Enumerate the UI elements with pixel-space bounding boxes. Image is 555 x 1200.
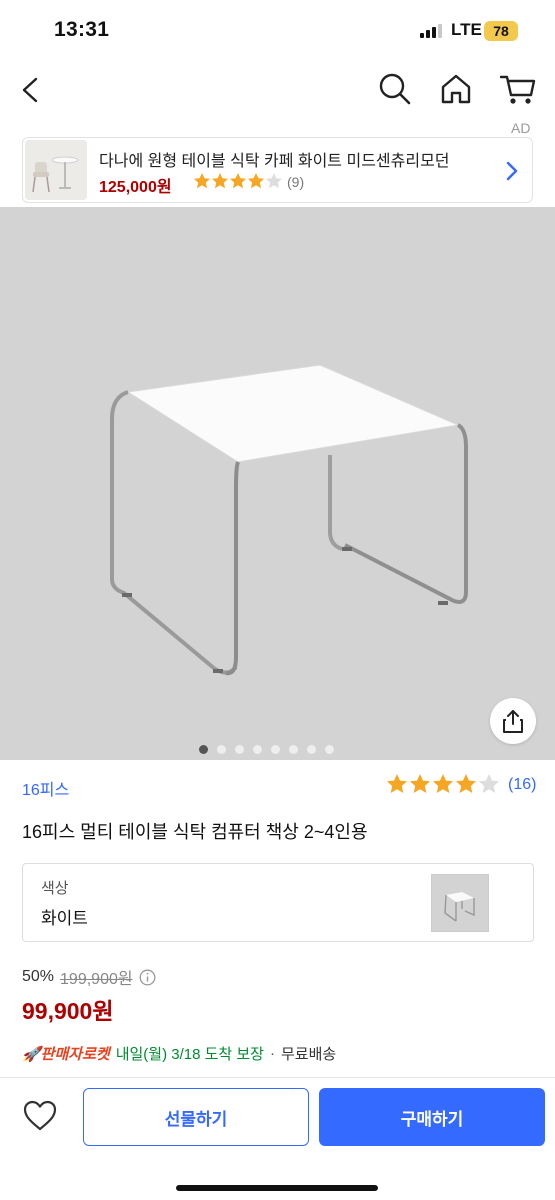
share-icon	[503, 710, 523, 733]
nav-bar	[0, 64, 555, 116]
info-icon[interactable]	[139, 969, 156, 986]
sale-price: 99,900원	[22, 998, 114, 1024]
status-bar: 13:31 LTE 78	[0, 0, 555, 60]
pagination-dot[interactable]	[199, 745, 208, 754]
home-indicator	[176, 1185, 378, 1191]
product-title: 16피스 멀티 테이블 식탁 컴퓨터 책상 2~4인용	[22, 822, 368, 842]
option-thumbnail	[431, 874, 489, 932]
color-option-selector[interactable]: 색상 화이트	[22, 863, 534, 942]
ad-review-count: (9)	[287, 174, 305, 190]
discount-row: 50% 199,900원	[22, 965, 156, 989]
product-rating-stars[interactable]	[386, 773, 502, 795]
pagination-dot[interactable]	[271, 745, 280, 754]
product-image-gallery[interactable]	[0, 207, 555, 760]
search-icon[interactable]	[376, 70, 414, 108]
cart-icon[interactable]	[498, 70, 538, 108]
share-button[interactable]	[490, 698, 536, 744]
heart-icon[interactable]	[22, 1098, 58, 1134]
ad-title: 다나에 원형 테이블 식탁 카페 화이트 미드센츄리모던	[99, 153, 450, 170]
chevron-left-icon[interactable]	[16, 70, 48, 110]
pagination-dot[interactable]	[235, 745, 244, 754]
option-label: 색상	[41, 880, 69, 897]
network-type: LTE	[451, 20, 482, 39]
option-value: 화이트	[41, 909, 88, 928]
original-price: 199,900원	[60, 971, 133, 988]
brand-link[interactable]: 16피스	[22, 776, 69, 800]
discount-rate: 50%	[22, 968, 55, 985]
delivery-separator: ·	[269, 1045, 275, 1062]
pagination-dot[interactable]	[217, 745, 226, 754]
shipping-fee: 무료배송	[280, 1046, 337, 1063]
ad-thumbnail	[25, 140, 87, 200]
ad-banner[interactable]: 다나에 원형 테이블 식탁 카페 화이트 미드센츄리모던 125,000원 (9…	[22, 137, 533, 203]
pagination-dot[interactable]	[307, 745, 316, 754]
divider	[0, 1077, 555, 1078]
gift-button[interactable]: 선물하기	[83, 1088, 309, 1146]
status-time: 13:31	[54, 18, 110, 41]
pagination-dot[interactable]	[289, 745, 298, 754]
signal-icon	[420, 24, 442, 38]
buy-button[interactable]: 구매하기	[319, 1088, 545, 1146]
chevron-right-icon[interactable]	[503, 158, 521, 184]
ad-label: AD	[511, 120, 531, 136]
pagination-dot[interactable]	[253, 745, 262, 754]
delivery-date: 내일(월) 3/18 도착 보장	[115, 1046, 264, 1063]
home-icon[interactable]	[437, 70, 475, 108]
battery-icon: 78	[484, 21, 518, 41]
product-image	[110, 364, 468, 676]
review-count-link[interactable]: (16)	[508, 776, 536, 794]
rocket-badge: 🚀판매자로켓	[22, 1046, 110, 1063]
ad-rating-stars	[193, 172, 283, 190]
delivery-info: 🚀판매자로켓 내일(월) 3/18 도착 보장 · 무료배송	[22, 1043, 336, 1064]
pagination-dot[interactable]	[325, 745, 334, 754]
ad-price: 125,000원	[99, 179, 172, 196]
gallery-pagination	[199, 745, 334, 754]
